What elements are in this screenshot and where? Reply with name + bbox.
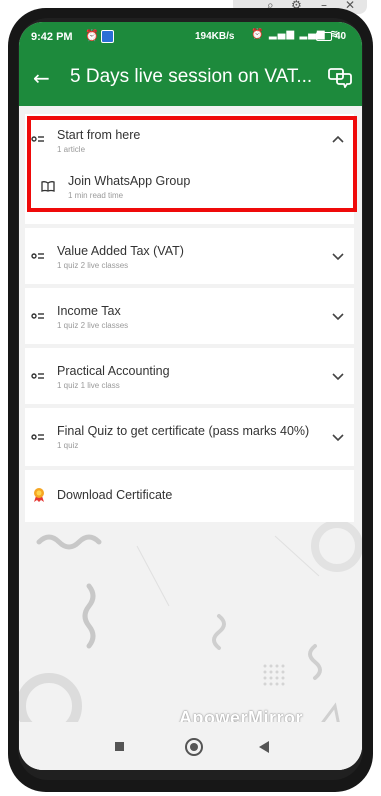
app-header: ← 5 Days live session on VAT... [19, 52, 362, 106]
section-meta: 1 quiz 1 live class [57, 381, 120, 390]
status-time: 9:42 PM [31, 31, 73, 43]
app-notification-icon [101, 30, 114, 43]
battery-percent: 40 [335, 31, 347, 42]
chevron-down-icon[interactable] [332, 434, 344, 442]
section-card-final-quiz[interactable]: Final Quiz to get certificate (pass mark… [25, 408, 354, 466]
android-nav-bar [19, 722, 362, 770]
section-meta: 1 quiz 2 live classes [57, 321, 129, 330]
home-icon[interactable] [185, 738, 203, 756]
book-icon [41, 181, 55, 192]
section-card-income-tax[interactable]: Income Tax 1 quiz 2 live classes [25, 288, 354, 344]
recents-icon[interactable] [115, 742, 124, 751]
chevron-up-icon[interactable] [332, 135, 344, 143]
battery-icon [316, 32, 332, 41]
chevron-down-icon[interactable] [332, 373, 344, 381]
download-certificate-label: Download Certificate [57, 488, 173, 502]
section-title: Income Tax [57, 304, 121, 318]
section-title: Start from here [57, 128, 141, 142]
status-bar: 9:42 PM ⏰ 194KB/s ⏰ ▂▄▆ ▂▄▆ ≋ 40 [19, 22, 362, 52]
section-title: Value Added Tax (VAT) [57, 244, 184, 258]
back-triangle-icon[interactable] [259, 741, 269, 753]
chevron-down-icon[interactable] [332, 313, 344, 321]
list-icon [31, 313, 44, 319]
alarm-icon: ⏰ [85, 29, 99, 42]
section-meta: 1 article [57, 145, 86, 154]
section-meta: 1 quiz 2 live classes [57, 261, 129, 270]
list-icon [31, 434, 44, 440]
lesson-meta: 1 min read time [68, 191, 124, 200]
lesson-item-join-whatsapp[interactable]: Join WhatsApp Group 1 min read time [25, 168, 354, 216]
list-icon [31, 253, 44, 259]
network-rate: 194KB/s [195, 31, 235, 42]
chat-bubbles-icon[interactable] [327, 66, 353, 88]
certificate-ribbon-icon [34, 488, 44, 502]
phone-screen: 9:42 PM ⏰ 194KB/s ⏰ ▂▄▆ ▂▄▆ ≋ 40 ← 5 Day… [19, 22, 362, 770]
course-content: Start from here 1 article Join WhatsApp … [19, 106, 362, 770]
section-title: Practical Accounting [57, 364, 170, 378]
section-card-start-from-here: Start from here 1 article Join WhatsApp … [25, 114, 354, 224]
list-icon [31, 136, 44, 142]
list-icon [31, 373, 44, 379]
section-card-practical-accounting[interactable]: Practical Accounting 1 quiz 1 live class [25, 348, 354, 404]
section-header-start-from-here[interactable]: Start from here 1 article [25, 114, 354, 166]
section-card-vat[interactable]: Value Added Tax (VAT) 1 quiz 2 live clas… [25, 228, 354, 284]
section-meta: 1 quiz [57, 441, 79, 450]
section-title: Final Quiz to get certificate (pass mark… [57, 424, 310, 438]
chevron-down-icon[interactable] [332, 253, 344, 261]
lesson-title: Join WhatsApp Group [68, 174, 191, 188]
page-title: 5 Days live session on VAT... [70, 66, 313, 87]
arrow-left-icon[interactable]: ← [33, 66, 50, 90]
download-certificate-row[interactable]: Download Certificate [25, 470, 354, 522]
